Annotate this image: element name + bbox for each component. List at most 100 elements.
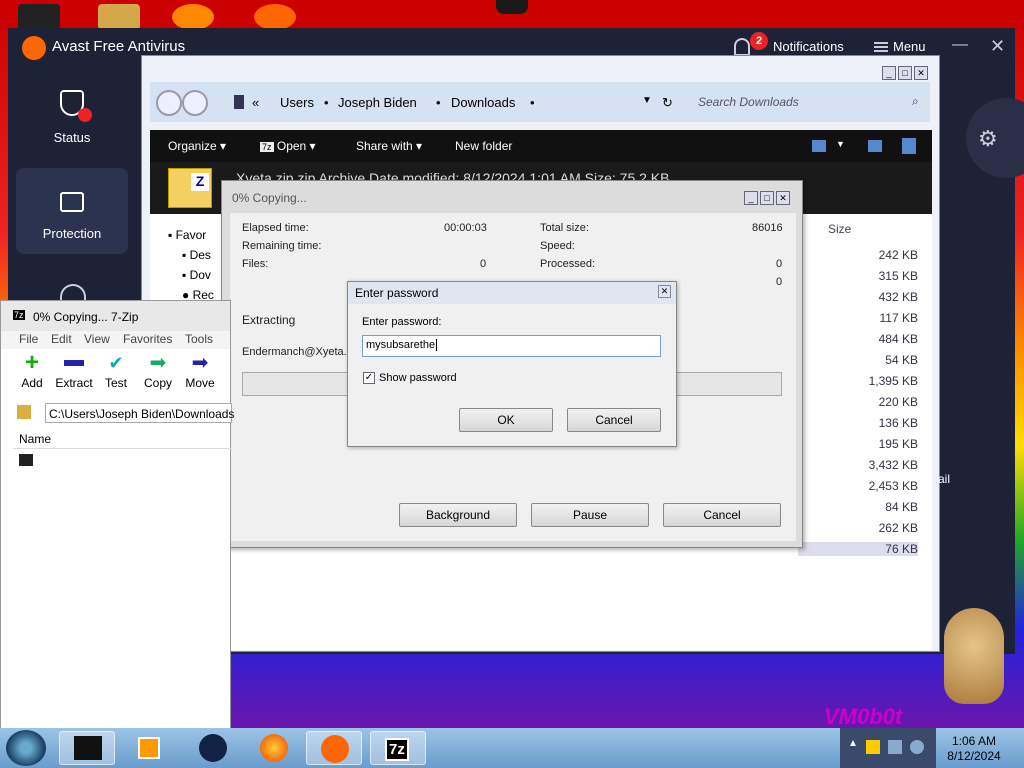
preview-pane-icon[interactable] — [868, 140, 882, 152]
zip-file-icon: Z — [168, 168, 212, 208]
name-column-header[interactable]: Name — [13, 429, 232, 449]
desktop-icon[interactable] — [254, 4, 296, 30]
menu-icon[interactable] — [874, 42, 888, 44]
history-dropdown-icon[interactable]: ▼ — [642, 95, 652, 106]
tree-favorites[interactable]: ▪ Favor — [168, 228, 206, 242]
settings-button[interactable]: ⚙ — [966, 98, 1024, 178]
desktop-icon[interactable] — [172, 4, 214, 30]
maximize-button[interactable]: □ — [898, 66, 912, 80]
menu-button[interactable]: Menu — [893, 39, 926, 54]
show-password-checkbox[interactable]: ✓ — [363, 372, 375, 384]
size-cell[interactable]: 136 KB — [798, 416, 918, 430]
folder-up-icon[interactable] — [17, 405, 31, 419]
test-button[interactable]: ✔ Test — [96, 353, 136, 390]
close-button[interactable]: ✕ — [658, 285, 671, 298]
maximize-button[interactable]: □ — [760, 191, 774, 205]
background-button[interactable]: Background — [399, 503, 517, 527]
password-label: Enter password: — [362, 316, 442, 328]
minimize-button[interactable]: — — [952, 36, 968, 54]
size-cell[interactable]: 117 KB — [798, 311, 918, 325]
nav-status[interactable]: Status — [16, 72, 128, 158]
organize-button[interactable]: Organize ▾ — [168, 139, 226, 153]
view-icon[interactable] — [812, 140, 826, 152]
add-button[interactable]: + Add — [12, 351, 52, 391]
size-column-header[interactable]: Size — [828, 222, 851, 236]
minimize-button[interactable]: _ — [882, 66, 896, 80]
search-input[interactable]: Search Downloads ⌕ — [698, 92, 928, 114]
minimize-button[interactable]: _ — [744, 191, 758, 205]
total-label: Total size: — [540, 222, 589, 234]
size-cell[interactable]: 262 KB — [798, 521, 918, 535]
view-dropdown-icon[interactable]: ▼ — [836, 139, 845, 149]
size-cell[interactable]: 76 KB — [798, 542, 918, 556]
tree-downloads[interactable]: ▪ Dov — [182, 268, 211, 282]
move-button[interactable]: ➡ Move — [180, 353, 220, 390]
back-button[interactable] — [156, 90, 182, 116]
taskbar-browser[interactable] — [185, 731, 241, 765]
size-cell[interactable]: 315 KB — [798, 269, 918, 283]
cancel-button[interactable]: Cancel — [663, 503, 781, 527]
path-text: C:\Users\Joseph Biden\Downloads — [49, 407, 235, 421]
breadcrumb-user[interactable]: Joseph Biden — [338, 95, 417, 110]
help-icon[interactable] — [902, 138, 916, 154]
tray-expand-icon[interactable]: ▲ — [848, 738, 858, 749]
size-cell[interactable]: 2,453 KB — [798, 479, 918, 493]
copy-button[interactable]: ➡ Copy — [138, 353, 178, 390]
desktop-icon[interactable] — [18, 4, 60, 30]
menu-file[interactable]: File — [19, 332, 38, 346]
password-titlebar: Enter password ✕ — [348, 282, 676, 304]
volume-icon[interactable] — [910, 740, 924, 754]
taskbar-firefox[interactable] — [246, 731, 302, 765]
refresh-icon[interactable]: ↻ — [662, 95, 673, 111]
bell-icon[interactable] — [734, 38, 750, 56]
extract-button[interactable]: Extract — [54, 353, 94, 390]
search-icon[interactable]: ⌕ — [912, 94, 919, 109]
size-cell[interactable]: 195 KB — [798, 437, 918, 451]
breadcrumb-users[interactable]: Users — [280, 95, 314, 110]
taskbar-clock[interactable]: 1:06 AM 8/12/2024 — [938, 734, 1010, 764]
cancel-button[interactable]: Cancel — [567, 408, 661, 432]
size-cell[interactable]: 432 KB — [798, 290, 918, 304]
taskbar-terminal[interactable] — [59, 731, 115, 765]
size-cell[interactable]: 242 KB — [798, 248, 918, 262]
size-cell[interactable]: 1,395 KB — [798, 374, 918, 388]
menu-tools[interactable]: Tools — [185, 332, 213, 346]
file-icon[interactable] — [19, 454, 33, 466]
notifications-button[interactable]: Notifications — [773, 39, 844, 54]
desktop-icon[interactable] — [98, 4, 140, 30]
taskbar-media[interactable] — [120, 731, 176, 765]
close-button[interactable]: ✕ — [990, 36, 1005, 57]
size-cell[interactable]: 54 KB — [798, 353, 918, 367]
7zip-path[interactable]: C:\Users\Joseph Biden\Downloads — [45, 403, 235, 423]
taskbar-avast[interactable] — [306, 731, 362, 765]
elapsed-value: 00:00:03 — [444, 222, 487, 234]
size-cell[interactable]: 84 KB — [798, 500, 918, 514]
menu-view[interactable]: View — [84, 332, 110, 346]
breadcrumb-downloads[interactable]: Downloads — [451, 95, 515, 110]
files-label: Files: — [242, 258, 269, 270]
open-button[interactable]: 7z Open ▾ — [260, 139, 316, 153]
processed-label: Processed: — [540, 258, 596, 270]
tree-desktop[interactable]: ▪ Des — [182, 248, 211, 262]
size-cell[interactable]: 220 KB — [798, 395, 918, 409]
close-button[interactable]: ✕ — [776, 191, 790, 205]
nav-protection[interactable]: Protection — [16, 168, 128, 254]
forward-button[interactable] — [182, 90, 208, 116]
menu-edit[interactable]: Edit — [51, 332, 72, 346]
menu-favorites[interactable]: Favorites — [123, 332, 172, 346]
share-with-button[interactable]: Share with ▾ — [356, 139, 422, 153]
size-cell[interactable]: 3,432 KB — [798, 458, 918, 472]
password-input[interactable]: mysubsarethe — [362, 335, 661, 357]
files-value: 0 — [480, 258, 487, 270]
action-center-icon[interactable] — [866, 740, 880, 754]
network-icon[interactable] — [888, 740, 902, 754]
taskbar-7zip[interactable]: 7z — [370, 731, 426, 765]
close-button[interactable]: ✕ — [914, 66, 928, 80]
pause-button[interactable]: Pause — [531, 503, 649, 527]
show-password-label[interactable]: Show password — [379, 372, 457, 384]
desktop-icon — [496, 0, 528, 14]
size-cell[interactable]: 484 KB — [798, 332, 918, 346]
start-button[interactable] — [6, 730, 46, 766]
ok-button[interactable]: OK — [459, 408, 553, 432]
new-folder-button[interactable]: New folder — [455, 139, 512, 153]
